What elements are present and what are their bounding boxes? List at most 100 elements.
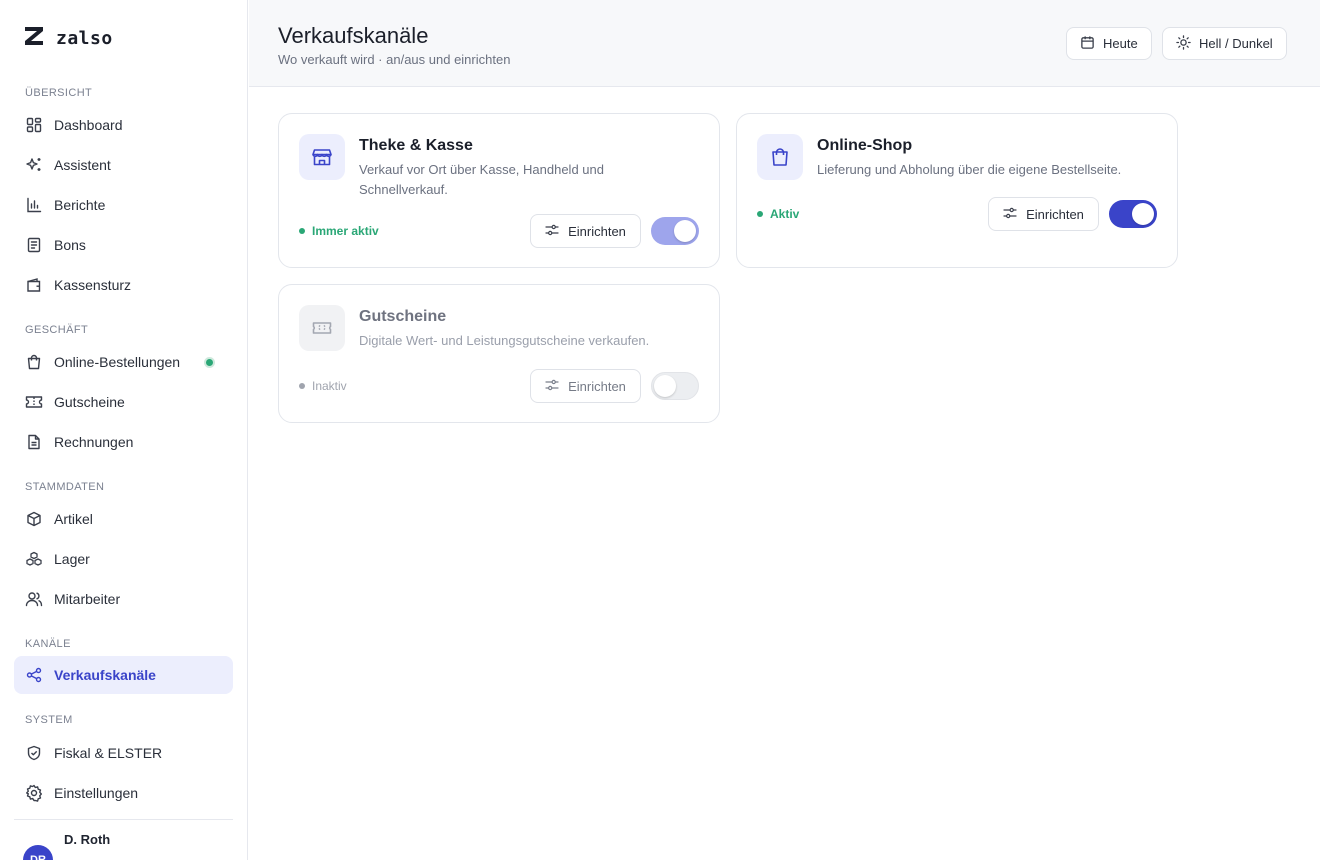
status-dot xyxy=(299,383,305,389)
sparkle-icon xyxy=(25,156,43,174)
zalso-logo-icon xyxy=(22,24,46,53)
sidebar-item-gutscheine[interactable]: Gutscheine xyxy=(14,383,233,421)
status-text: Inaktiv xyxy=(312,379,347,393)
document-icon xyxy=(25,433,43,451)
status-dot xyxy=(299,228,305,234)
channel-toggle[interactable] xyxy=(651,217,699,245)
status-text: Aktiv xyxy=(770,207,800,221)
sliders-icon xyxy=(545,378,559,395)
wallet-icon xyxy=(25,276,43,294)
share-icon xyxy=(25,666,43,684)
sun-icon xyxy=(1176,34,1191,53)
sidebar-item-label: Artikel xyxy=(54,511,93,527)
section-label-geschaeft: GESCHÄFT xyxy=(25,324,89,336)
sidebar-item-label: Fiskal & ELSTER xyxy=(54,745,163,761)
setup-label: Einrichten xyxy=(568,378,626,394)
channel-title: Theke & Kasse xyxy=(359,137,473,154)
sidebar-item-label: Verkaufskanäle xyxy=(54,667,156,683)
sidebar-item-label: Berichte xyxy=(54,197,106,213)
online-status-dot xyxy=(204,357,215,368)
sidebar-item-fiskal-elster[interactable]: Fiskal & ELSTER xyxy=(14,734,233,772)
channel-card-online-shop: Online-Shop Lieferung und Abholung über … xyxy=(736,113,1178,268)
today-button[interactable]: Heute xyxy=(1066,27,1152,60)
page-subtitle: Wo verkauft wird · an/aus und einrichten xyxy=(278,52,511,67)
sidebar-item-verkaufskanaele[interactable]: Verkaufskanäle xyxy=(14,656,233,694)
avatar[interactable]: DR xyxy=(23,845,53,860)
toggle-knob xyxy=(654,375,676,397)
section-label-kanaele: KANÄLE xyxy=(25,638,71,650)
bar-chart-icon xyxy=(25,196,43,214)
today-label: Heute xyxy=(1103,36,1138,51)
calendar-icon xyxy=(1080,35,1095,53)
sidebar-item-lager[interactable]: Lager xyxy=(14,540,233,578)
sidebar-item-label: Online-Bestellungen xyxy=(54,354,181,370)
channel-card-gutscheine: Gutscheine Digitale Wert- und Leistungsg… xyxy=(278,284,720,423)
sidebar-item-artikel[interactable]: Artikel xyxy=(14,500,233,538)
sidebar-item-label: Dashboard xyxy=(54,117,123,133)
sidebar-item-label: Assistent xyxy=(54,157,111,173)
sidebar-item-label: Mitarbeiter xyxy=(54,591,121,607)
ticket-icon xyxy=(25,393,43,411)
channel-title: Online-Shop xyxy=(817,137,913,154)
box-icon xyxy=(25,510,43,528)
sidebar-item-berichte[interactable]: Berichte xyxy=(14,186,233,224)
setup-button[interactable]: Einrichten xyxy=(988,197,1099,231)
boxes-icon xyxy=(25,550,43,568)
theme-toggle-button[interactable]: Hell / Dunkel xyxy=(1162,27,1287,60)
status-badge: Aktiv xyxy=(757,207,799,221)
sidebar-divider xyxy=(14,819,233,820)
shopping-bag-icon xyxy=(757,134,803,180)
setup-label: Einrichten xyxy=(568,223,626,239)
setup-button[interactable]: Einrichten xyxy=(530,214,641,248)
sidebar-item-label: Rechnungen xyxy=(54,434,134,450)
sidebar-item-label: Einstellungen xyxy=(54,785,139,801)
brand[interactable]: zalso xyxy=(22,24,113,53)
setup-button[interactable]: Einrichten xyxy=(530,369,641,403)
store-icon xyxy=(299,134,345,180)
theme-label: Hell / Dunkel xyxy=(1199,36,1273,51)
sliders-icon xyxy=(545,223,559,240)
sidebar-item-assistent[interactable]: Assistent xyxy=(14,146,233,184)
sidebar-item-dashboard[interactable]: Dashboard xyxy=(14,106,233,144)
sidebar-item-kassensturz[interactable]: Kassensturz xyxy=(14,266,233,304)
sidebar: zalso ÜBERSICHT Dashboard Assistent Beri… xyxy=(0,0,248,860)
section-label-stammdaten: STAMMDATEN xyxy=(25,481,105,493)
channel-card-theke-kasse: Theke & Kasse Verkauf vor Ort über Kasse… xyxy=(278,113,720,268)
status-badge: Inaktiv xyxy=(299,379,347,393)
channel-toggle[interactable] xyxy=(651,372,699,400)
channel-description: Digitale Wert- und Leistungsgutscheine v… xyxy=(359,333,650,348)
toggle-knob xyxy=(1132,203,1154,225)
section-label-uebersicht: ÜBERSICHT xyxy=(25,87,93,99)
brand-name: zalso xyxy=(56,28,113,49)
user-name: D. Roth xyxy=(64,832,111,847)
receipt-icon xyxy=(25,236,43,254)
shopping-bag-icon xyxy=(25,353,43,371)
sidebar-item-einstellungen[interactable]: Einstellungen xyxy=(14,774,233,812)
sidebar-item-bons[interactable]: Bons xyxy=(14,226,233,264)
grid-icon xyxy=(25,116,43,134)
page-header: Verkaufskanäle Wo verkauft wird · an/aus… xyxy=(249,0,1320,87)
channel-description: Lieferung und Abholung über die eigene B… xyxy=(817,162,1122,177)
sidebar-item-online-bestellungen[interactable]: Online-Bestellungen xyxy=(14,343,233,381)
toggle-knob xyxy=(674,220,696,242)
page-title: Verkaufskanäle xyxy=(278,23,429,48)
channel-description: Verkauf vor Ort über Kasse, Handheld und… xyxy=(359,162,604,197)
sidebar-item-label: Bons xyxy=(54,237,86,253)
sidebar-item-mitarbeiter[interactable]: Mitarbeiter xyxy=(14,580,233,618)
sidebar-item-label: Kassensturz xyxy=(54,277,132,293)
setup-label: Einrichten xyxy=(1026,206,1084,222)
status-badge: Immer aktiv xyxy=(299,224,379,238)
channel-title: Gutscheine xyxy=(359,308,447,325)
section-label-system: SYSTEM xyxy=(25,714,73,726)
sidebar-item-label: Lager xyxy=(54,551,90,567)
status-text: Immer aktiv xyxy=(312,224,379,238)
sliders-icon xyxy=(1003,206,1017,223)
channel-toggle[interactable] xyxy=(1109,200,1157,228)
ticket-icon xyxy=(299,305,345,351)
users-icon xyxy=(25,590,43,608)
sidebar-item-label: Gutscheine xyxy=(54,394,125,410)
gear-icon xyxy=(25,784,43,802)
shield-check-icon xyxy=(25,744,43,762)
status-dot xyxy=(757,211,763,217)
sidebar-item-rechnungen[interactable]: Rechnungen xyxy=(14,423,233,461)
